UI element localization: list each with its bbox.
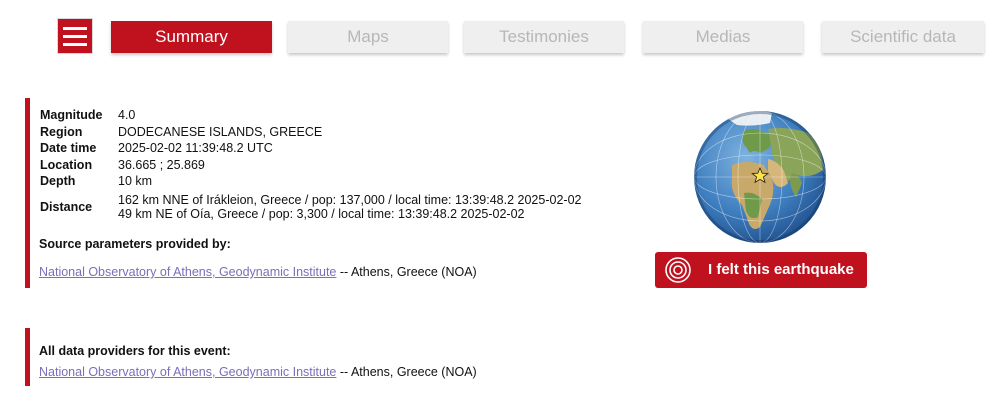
hamburger-icon [63, 34, 87, 38]
source-title: Source parameters provided by: [39, 237, 231, 251]
source-line: National Observatory of Athens, Geodynam… [39, 265, 477, 279]
provider-link[interactable]: National Observatory of Athens, Geodynam… [39, 365, 336, 379]
info-row-region: Region DODECANESE ISLANDS, GREECE [40, 124, 581, 141]
info-row-datetime: Date time 2025-02-02 11:39:48.2 UTC [40, 140, 581, 157]
info-label: Location [40, 157, 93, 172]
info-label: Distance [40, 199, 93, 214]
info-row-depth: Depth 10 km [40, 173, 581, 190]
concentric-circles-icon [665, 257, 691, 283]
info-row-location: Location 36.665 ; 25.869 [40, 157, 581, 174]
hamburger-icon [63, 42, 87, 46]
globe-map [694, 111, 826, 243]
source-provider-link[interactable]: National Observatory of Athens, Geodynam… [39, 265, 336, 279]
tab-scientific-data[interactable]: Scientific data [822, 21, 984, 53]
tab-summary[interactable]: Summary [111, 21, 272, 53]
summary-panel: Magnitude 4.0 Region DODECANESE ISLANDS,… [25, 98, 625, 288]
providers-title: All data providers for this event: [39, 344, 231, 358]
source-provider-suffix: -- Athens, Greece (NOA) [336, 265, 477, 279]
info-value: DODECANESE ISLANDS, GREECE [118, 124, 323, 139]
info-label: Depth [40, 174, 76, 188]
distance-line: 162 km NNE of Irákleion, Greece / pop: 1… [118, 192, 582, 207]
felt-earthquake-button[interactable]: I felt this earthquake [655, 252, 867, 288]
tab-testimonies[interactable]: Testimonies [464, 21, 624, 53]
info-value: 4.0 [118, 108, 136, 122]
felt-button-label: I felt this earthquake [708, 261, 854, 278]
distance-line: 49 km NE of Oía, Greece / pop: 3,300 / l… [118, 206, 525, 221]
info-value: 162 km NNE of Irákleion, Greece / pop: 1… [118, 190, 581, 221]
providers-panel: All data providers for this event: Natio… [25, 328, 625, 386]
info-value: 36.665 ; 25.869 [118, 157, 205, 172]
info-row-distance: Distance 162 km NNE of Irákleion, Greece… [40, 190, 581, 221]
hamburger-icon [63, 26, 87, 30]
info-row-magnitude: Magnitude 4.0 [40, 107, 581, 124]
menu-button[interactable] [57, 18, 93, 54]
info-value: 10 km [118, 174, 153, 188]
providers-line: National Observatory of Athens, Geodynam… [39, 365, 477, 379]
info-label: Region [40, 124, 83, 139]
info-label: Magnitude [40, 108, 103, 122]
tab-medias[interactable]: Medias [643, 21, 803, 53]
tab-maps[interactable]: Maps [288, 21, 448, 53]
info-label: Date time [40, 141, 97, 155]
provider-suffix: -- Athens, Greece (NOA) [336, 365, 477, 379]
event-info-table: Magnitude 4.0 Region DODECANESE ISLANDS,… [40, 107, 581, 221]
info-value: 2025-02-02 11:39:48.2 UTC [118, 141, 273, 155]
